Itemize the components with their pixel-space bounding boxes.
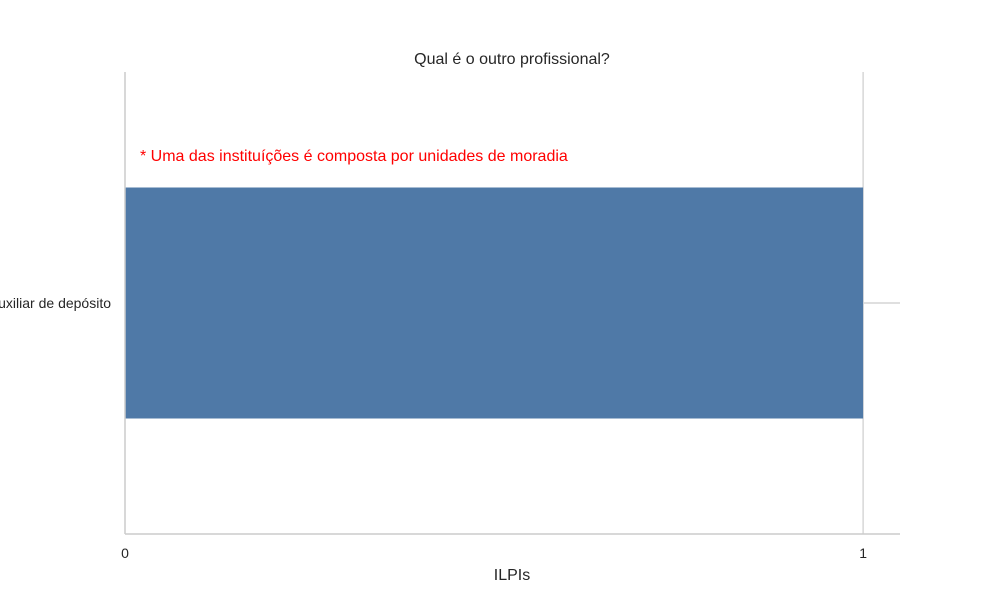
chart: Auxiliar de depósito 0 1 Qual é o outro pr… [0,51,900,584]
annotation-note: * Uma das instituíções é composta por un… [140,148,568,165]
bars [125,187,864,419]
y-tick-label-0: Auxiliar de depósito [0,295,111,311]
chart-title: Qual é o outro profissional? [414,51,610,68]
x-axis-label: ILPIs [494,567,530,584]
x-tick-label-0: 0 [121,545,129,561]
x-tick-label-1: 1 [859,545,867,561]
bar-0 [125,187,864,419]
gridlines [862,72,900,534]
